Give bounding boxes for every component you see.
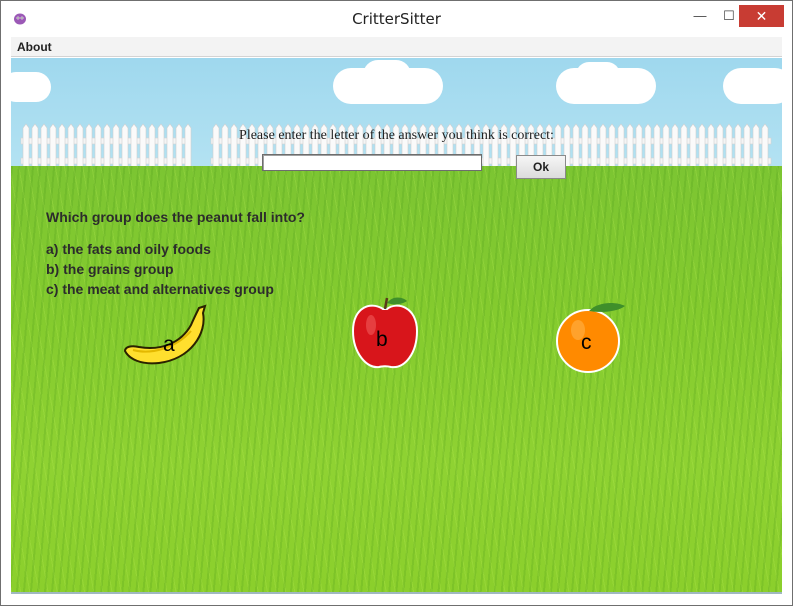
option-a: a) the fats and oily foods — [46, 241, 211, 257]
banana-letter: a — [163, 333, 175, 356]
banana-choice[interactable]: a — [121, 303, 211, 368]
orange-choice[interactable]: c — [553, 300, 631, 376]
question-text: Which group does the peanut fall into? — [46, 209, 305, 225]
answer-options: a) the fats and oily foods b) the grains… — [46, 239, 274, 299]
app-window: CritterSitter — ☐ ✕ About Please enter t… — [0, 0, 793, 606]
orange-icon — [556, 303, 625, 373]
game-scene: Please enter the letter of the answer yo… — [11, 58, 782, 592]
ok-button[interactable]: Ok — [516, 155, 566, 179]
grass-field — [11, 166, 782, 592]
menu-about[interactable]: About — [17, 40, 52, 54]
option-c: c) the meat and alternatives group — [46, 281, 274, 297]
close-button[interactable]: ✕ — [739, 5, 784, 27]
window-bottom-border — [11, 592, 782, 594]
answer-prompt: Please enter the letter of the answer yo… — [239, 128, 554, 143]
apple-choice[interactable]: b — [349, 295, 421, 371]
title-bar[interactable]: CritterSitter — ☐ ✕ — [1, 1, 792, 35]
window-title: CritterSitter — [352, 10, 441, 28]
cloud — [723, 68, 782, 104]
apple-letter: b — [376, 328, 388, 351]
cloud — [363, 60, 411, 90]
orange-letter: c — [581, 331, 592, 354]
menu-bar: About — [11, 37, 782, 57]
cloud — [576, 62, 620, 88]
option-b: b) the grains group — [46, 261, 174, 277]
answer-input[interactable] — [262, 154, 482, 171]
cloud — [11, 72, 51, 102]
